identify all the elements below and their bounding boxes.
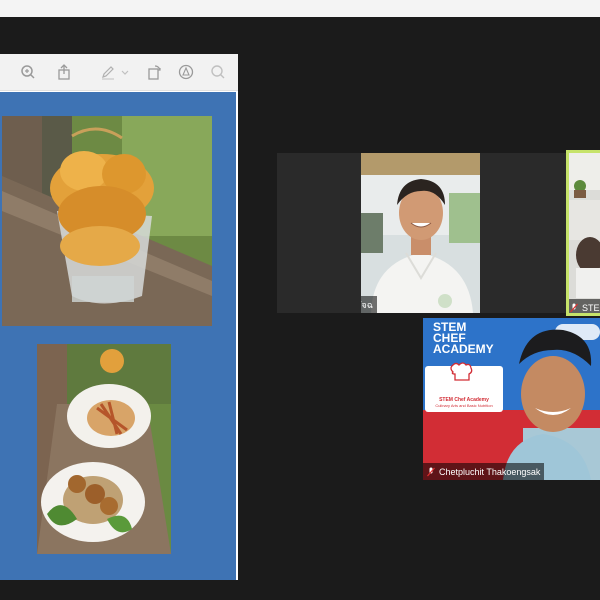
rotate-icon[interactable] [146,64,162,80]
annotate-icon[interactable] [178,64,194,80]
shared-document-viewer [0,54,238,580]
participant-video-1[interactable]: ป้าง-สรัทธา พระอัจฉ [361,153,480,313]
chevron-down-icon[interactable] [121,64,129,80]
dessert-glass-photo [2,116,212,326]
banner-badge: STEM Chef Academy Culinary Arts and Basi… [429,397,499,408]
active-speaker-border [566,150,600,316]
search-icon[interactable] [210,64,226,80]
video-tile-background [277,153,361,313]
participant-name: ป้าง-สรัทธา พระอัจฉ [361,299,373,310]
zoom-in-icon[interactable] [20,64,36,80]
participant-1-video-frame [361,153,480,313]
share-icon[interactable] [56,64,72,80]
markup-pen-icon[interactable] [100,64,116,80]
participant-name: Chetpluchit Thakoengsak [439,466,541,477]
participant-name-bar: Chetpluchit Thakoengsak [423,463,545,480]
video-tile-background [480,153,566,313]
top-bar [0,0,600,17]
banner-title: STEM CHEF ACADEMY [433,321,494,356]
document-page [0,92,236,580]
participant-name-bar: ป้าง-สรัทธา พระอัจฉ [361,296,377,313]
participant-video-3[interactable]: STEM CHEF ACADEMY STEM Chef Academy Culi… [423,318,600,480]
badge-subtitle: Culinary Arts and Basic Nutrition [435,403,493,408]
food-plates-photo [37,344,171,554]
mic-muted-icon [427,467,435,477]
viewer-toolbar [0,54,238,91]
banner-line-3: ACADEMY [433,342,494,356]
